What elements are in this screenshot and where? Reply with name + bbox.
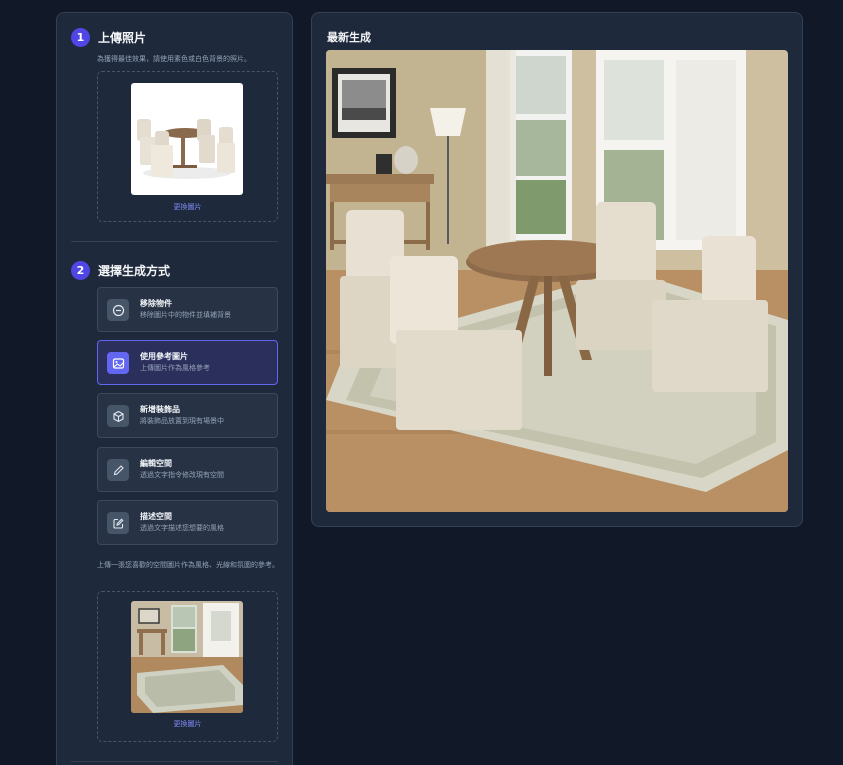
option-description: 透過文字指令修改現有空間 [140, 471, 224, 479]
pencil-icon [107, 459, 129, 481]
option-title: 新增裝飾品 [140, 405, 180, 414]
step2-number-badge: 2 [71, 261, 90, 280]
step1-title: 上傳照片 [98, 31, 147, 45]
change-product-image-link[interactable]: 更換圖片 [98, 202, 277, 212]
option-use-reference-image[interactable]: 使用參考圖片 上傳圖片作為風格參考 [97, 340, 278, 385]
edit-square-icon [107, 512, 129, 534]
upload-hint: 為獲得最佳效果，請使用素色或白色背景的照片。 [97, 55, 251, 63]
latest-generation-panel: 最新生成 [311, 12, 803, 527]
reference-photo-thumbnail [131, 601, 243, 713]
image-icon [107, 352, 129, 374]
step1-header: 1 上傳照片 [71, 28, 146, 47]
section-divider [71, 761, 278, 762]
option-description: 上傳圖片作為風格參考 [140, 364, 210, 372]
option-edit-space[interactable]: 編輯空間 透過文字指令修改現有空間 [97, 447, 278, 492]
option-describe-space[interactable]: 描述空間 透過文字描述您想要的風格 [97, 500, 278, 545]
generated-image[interactable] [326, 50, 788, 512]
latest-generation-title: 最新生成 [327, 31, 371, 44]
reference-upload-dropzone[interactable]: 更換圖片 [97, 591, 278, 742]
change-reference-image-link[interactable]: 更換圖片 [98, 719, 277, 729]
step1-number-badge: 1 [71, 28, 90, 47]
reference-hint: 上傳一張您喜歡的空間圖片作為風格、光線和氛圍的參考。 [97, 561, 279, 569]
option-title: 移除物件 [140, 299, 172, 308]
generation-settings-panel: 1 上傳照片 為獲得最佳效果，請使用素色或白色背景的照片。 更換圖片 2 選擇生… [56, 12, 293, 765]
step2-title: 選擇生成方式 [98, 264, 171, 278]
option-description: 移除圖片中的物件並填補背景 [140, 311, 231, 319]
cube-icon [107, 405, 129, 427]
product-upload-dropzone[interactable]: 更換圖片 [97, 71, 278, 222]
minus-circle-icon [107, 299, 129, 321]
option-remove-object[interactable]: 移除物件 移除圖片中的物件並填補背景 [97, 287, 278, 332]
step2-header: 2 選擇生成方式 [71, 261, 170, 280]
option-description: 將裝飾品放置到現有場景中 [140, 417, 224, 425]
option-title: 使用參考圖片 [140, 352, 188, 361]
option-add-decor[interactable]: 新增裝飾品 將裝飾品放置到現有場景中 [97, 393, 278, 438]
option-title: 編輯空間 [140, 459, 172, 468]
section-divider [71, 241, 278, 242]
option-description: 透過文字描述您想要的風格 [140, 524, 224, 532]
option-title: 描述空間 [140, 512, 172, 521]
product-photo-thumbnail [131, 83, 243, 195]
